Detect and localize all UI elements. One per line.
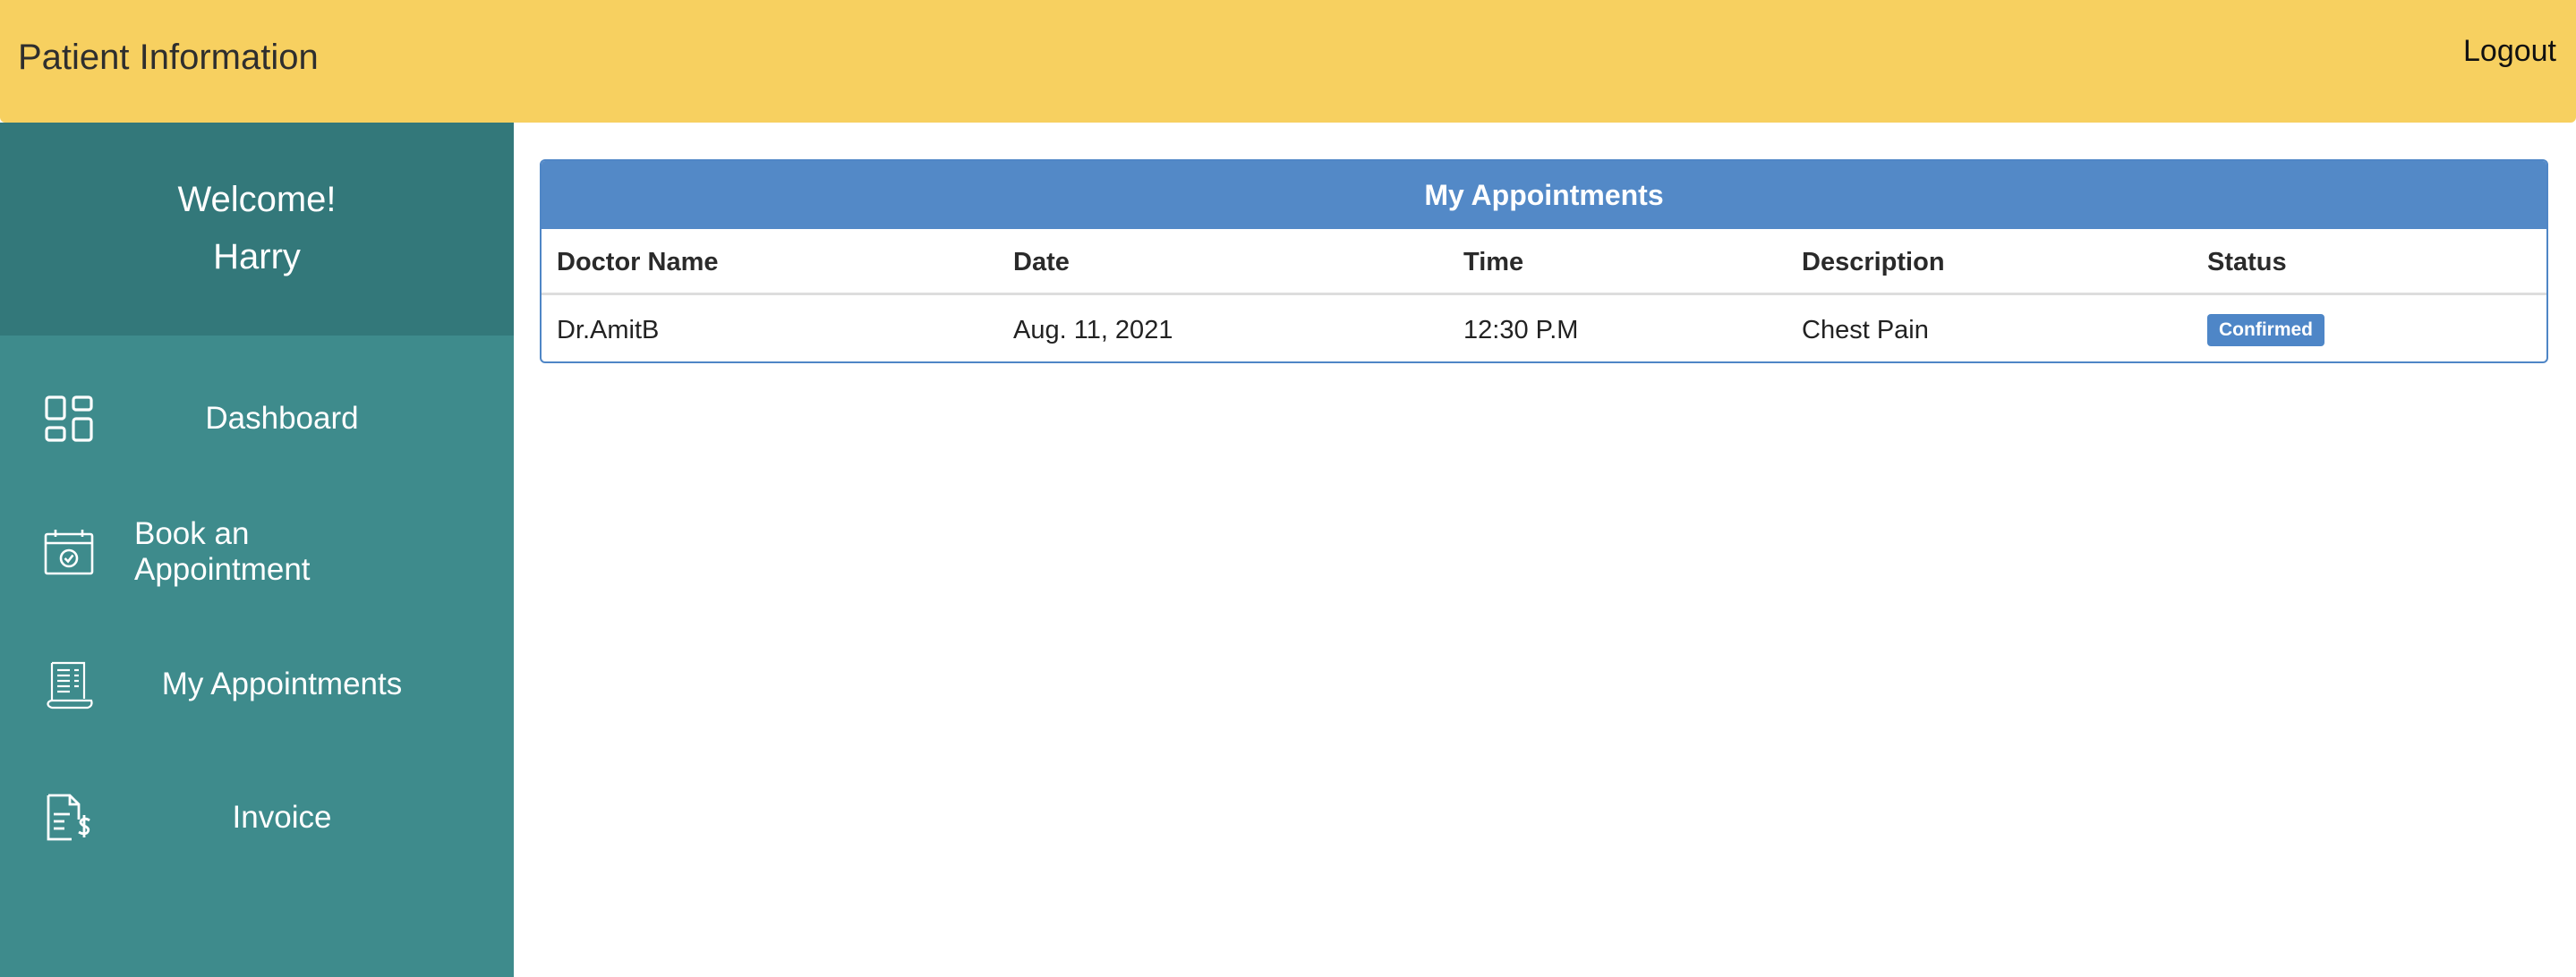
invoice-dollar-icon <box>43 793 95 845</box>
user-name: Harry <box>213 237 301 276</box>
column-header-date: Date <box>1013 247 1070 276</box>
welcome-text: Welcome! <box>177 180 337 219</box>
sidebar-item-label: Invoice <box>232 800 332 835</box>
sidebar-item-label: Dashboard <box>205 401 359 436</box>
sidebar-item-label: My Appointments <box>161 667 403 701</box>
page-title: Patient Information <box>18 38 319 77</box>
table-row: Dr.AmitB Aug. 11, 2021 12:30 P.M Chest P… <box>542 297 2546 361</box>
sidebar: Welcome! Harry Dashboard Book an Appoint… <box>0 123 514 977</box>
sidebar-item-invoice[interactable]: Invoice <box>0 769 514 867</box>
column-header-doctor-name: Doctor Name <box>557 247 719 276</box>
sidebar-item-book-appointment[interactable]: Book an Appointment <box>0 503 514 601</box>
welcome-panel: Welcome! Harry <box>0 123 514 336</box>
table-header-row: Doctor Name Date Time Description Status <box>542 229 2546 295</box>
top-header-bar: Patient Information Logout <box>0 0 2576 123</box>
status-badge: Confirmed <box>2207 314 2324 346</box>
column-header-description: Description <box>1802 247 1945 276</box>
cell-date: Aug. 11, 2021 <box>1013 315 1173 344</box>
sidebar-item-label: Book an Appointment <box>134 516 311 587</box>
appointments-panel: My Appointments Doctor Name Date Time De… <box>540 159 2548 363</box>
receipt-scroll-icon <box>43 659 95 711</box>
logout-button[interactable]: Logout <box>2463 29 2556 73</box>
sidebar-item-my-appointments[interactable]: My Appointments <box>0 635 514 734</box>
cell-status: Confirmed <box>2207 297 2324 361</box>
column-header-time: Time <box>1463 247 1524 276</box>
column-header-status: Status <box>2207 247 2287 276</box>
appointments-panel-title: My Appointments <box>542 161 2546 229</box>
cell-description: Chest Pain <box>1802 315 1929 344</box>
calendar-check-icon <box>43 527 95 579</box>
sidebar-item-dashboard[interactable]: Dashboard <box>0 370 514 468</box>
cell-time: 12:30 P.M <box>1463 315 1579 344</box>
cell-doctor-name: Dr.AmitB <box>557 315 660 344</box>
dashboard-grid-icon <box>43 394 95 446</box>
